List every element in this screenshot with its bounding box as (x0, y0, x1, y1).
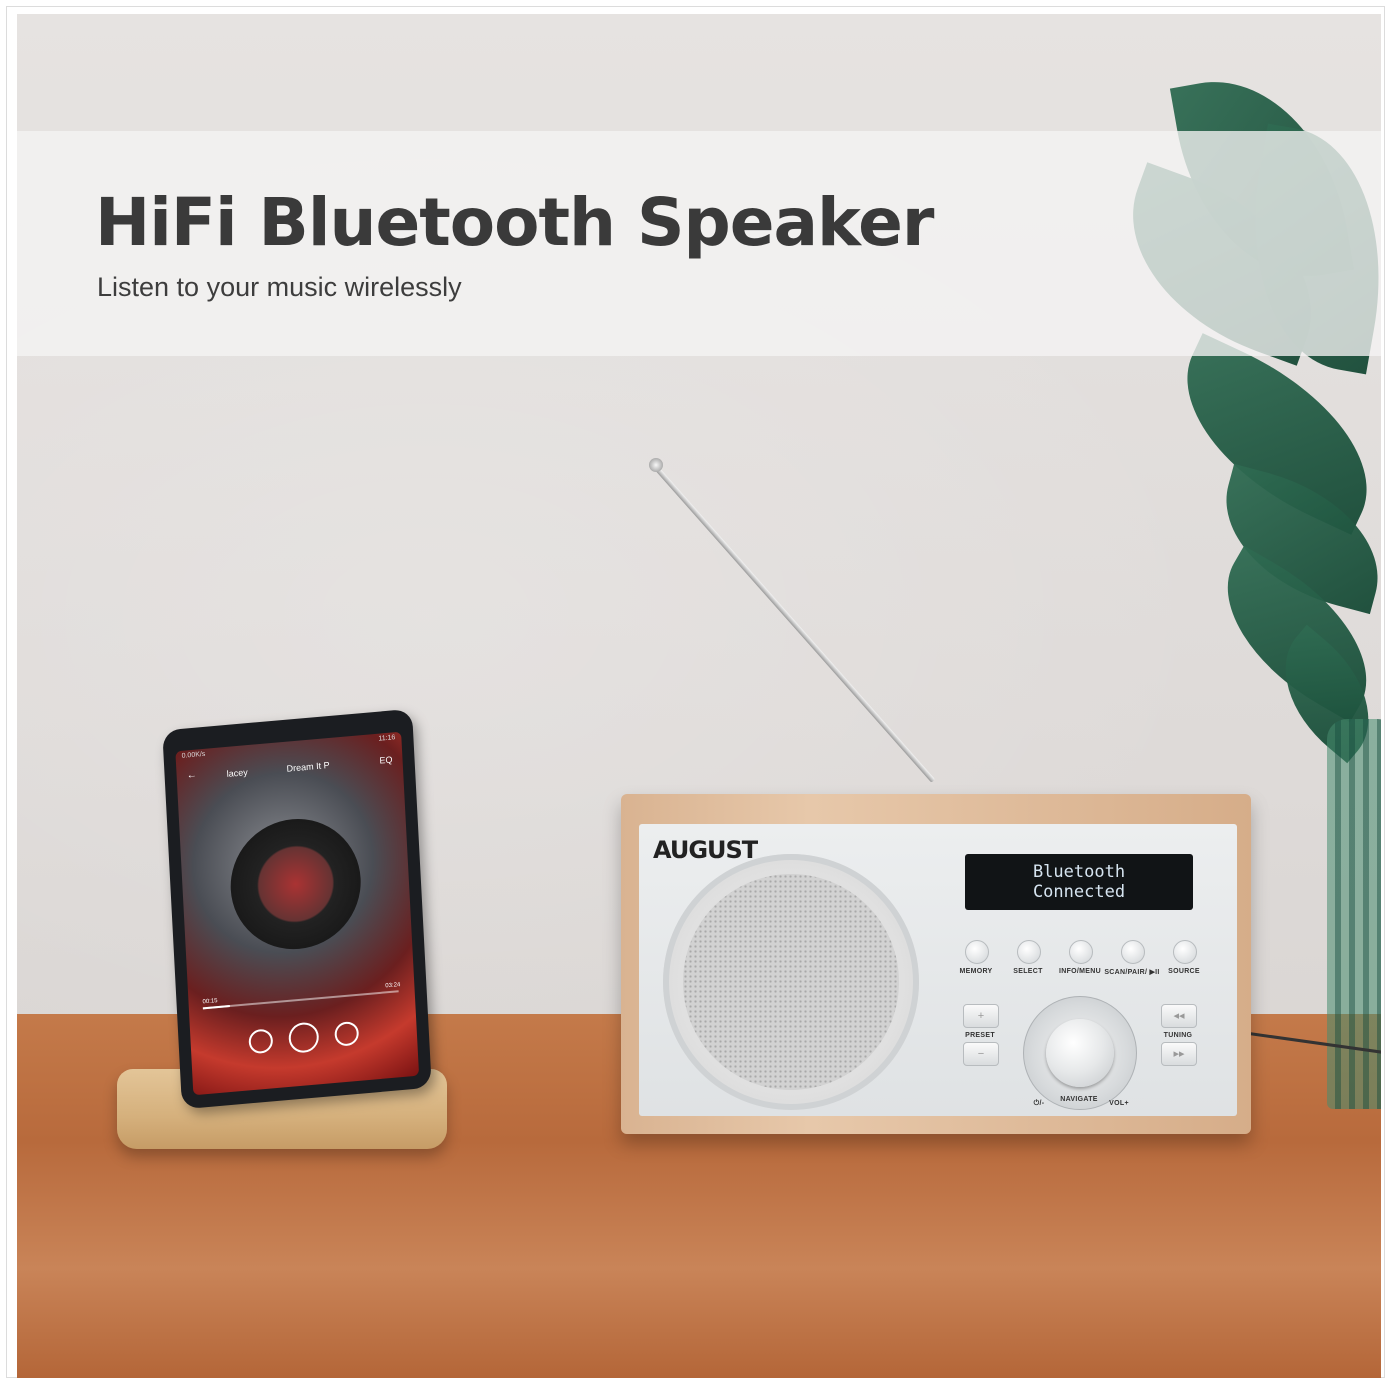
elapsed-time: 00:15 (202, 998, 218, 1006)
preset-label: PRESET (965, 1032, 995, 1039)
smartphone: 0.00K/s 11:16 ← lacey Dream It P EQ 00:1… (162, 708, 432, 1110)
product-photo: HiFi Bluetooth Speaker Listen to your mu… (17, 14, 1381, 1378)
display-line-2: Connected (1032, 882, 1126, 902)
track-duration: 03:24 (385, 982, 401, 990)
speaker-grille (683, 874, 899, 1090)
preset-up-button[interactable]: + (963, 1004, 999, 1028)
knob-cap[interactable] (1046, 1019, 1114, 1087)
antenna-tip (649, 458, 663, 472)
next-track-icon (334, 1020, 360, 1047)
lcd-display: Bluetooth Connected (965, 854, 1193, 910)
memory-button[interactable] (965, 940, 989, 964)
select-button[interactable] (1017, 940, 1041, 964)
back-arrow-icon: ← (186, 769, 197, 782)
info-menu-button[interactable] (1069, 940, 1093, 964)
scan-pair-button[interactable] (1121, 940, 1145, 964)
brand-logo: AUGUST (653, 836, 758, 864)
vol-up-label: VOL+ (1109, 1100, 1129, 1107)
status-time: 11:16 (378, 734, 396, 743)
previous-track-icon (248, 1028, 274, 1055)
speaker-cone (663, 854, 919, 1110)
status-speed: 0.00K/s (181, 750, 206, 760)
tuning-back-button[interactable]: ◂◂ (1161, 1004, 1197, 1028)
album-disc (227, 813, 365, 955)
dab-radio: AUGUST Bluetooth Connected MEMORY SELECT… (621, 794, 1251, 1134)
music-player-screen: 0.00K/s 11:16 ← lacey Dream It P EQ 00:1… (175, 731, 420, 1096)
page-title: HiFi Bluetooth Speaker (95, 184, 934, 261)
track-title: Dream It P (286, 759, 330, 774)
radio-faceplate: AUGUST Bluetooth Connected MEMORY SELECT… (639, 824, 1237, 1116)
pause-icon (287, 1021, 320, 1054)
preset-down-button[interactable]: − (963, 1042, 999, 1066)
progress-bar (202, 990, 399, 1010)
navigate-volume-knob[interactable] (1023, 996, 1137, 1110)
source-label: SOURCE (1168, 968, 1200, 975)
eq-label: EQ (379, 754, 393, 766)
source-button[interactable] (1173, 940, 1197, 964)
display-line-1: Bluetooth (1032, 862, 1126, 882)
tuning-forward-button[interactable]: ▸▸ (1161, 1042, 1197, 1066)
power-vol-down-label: ⏻/- (1033, 1100, 1045, 1107)
artist-name: lacey (226, 767, 248, 779)
tuning-label: TUNING (1163, 1032, 1193, 1039)
page-subtitle: Listen to your music wirelessly (97, 272, 462, 302)
